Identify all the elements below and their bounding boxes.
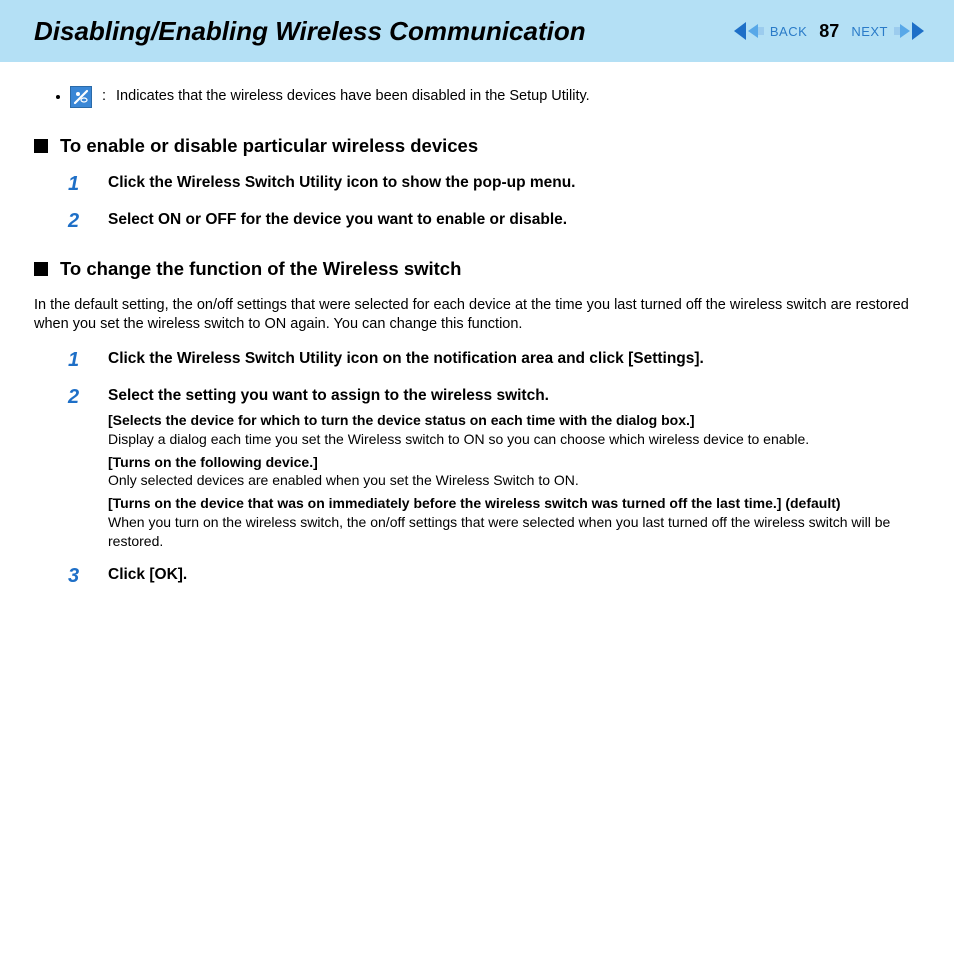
option-2-label: [Turns on the following device.] (108, 453, 920, 472)
step-title: Select the setting you want to assign to… (108, 386, 920, 407)
page-nav: BACK 87 NEXT (734, 21, 944, 42)
step-row: 3 Click [OK]. (68, 565, 920, 590)
section-1-steps: 1 Click the Wireless Switch Utility icon… (68, 173, 920, 235)
option-3-text: When you turn on the wireless switch, th… (108, 513, 920, 551)
next-arrow-icon[interactable] (894, 22, 924, 40)
option-1-label: [Selects the device for which to turn th… (108, 411, 920, 430)
colon-text: : (102, 87, 106, 107)
section-1-title: To enable or disable particular wireless… (60, 134, 478, 159)
square-bullet-icon (34, 262, 48, 276)
section-2-steps: 1 Click the Wireless Switch Utility icon… (68, 349, 920, 590)
bullet-dot-icon (56, 95, 60, 99)
step-title: Click the Wireless Switch Utility icon t… (108, 173, 920, 194)
next-button[interactable]: NEXT (851, 24, 888, 39)
step-title: Click the Wireless Switch Utility icon o… (108, 349, 828, 370)
square-bullet-icon (34, 139, 48, 153)
back-button[interactable]: BACK (770, 24, 807, 39)
section-1-heading: To enable or disable particular wireless… (34, 134, 920, 159)
step-row: 2 Select the setting you want to assign … (68, 386, 920, 553)
step-number: 3 (68, 565, 86, 590)
page-number: 87 (819, 21, 839, 42)
bullet-description: Indicates that the wireless devices have… (116, 87, 590, 107)
step-number: 1 (68, 173, 86, 198)
step-title: Click [OK]. (108, 565, 920, 586)
back-arrow-icon[interactable] (734, 22, 764, 40)
step-title: Select ON or OFF for the device you want… (108, 210, 920, 231)
step-number: 1 (68, 349, 86, 374)
step-number: 2 (68, 210, 86, 235)
option-3-label: [Turns on the device that was on immedia… (108, 494, 920, 513)
step-number: 2 (68, 386, 86, 553)
step-row: 1 Click the Wireless Switch Utility icon… (68, 349, 920, 374)
info-bullet: : Indicates that the wireless devices ha… (56, 86, 920, 108)
step-row: 1 Click the Wireless Switch Utility icon… (68, 173, 920, 198)
page-header: Disabling/Enabling Wireless Communicatio… (0, 0, 954, 62)
step-row: 2 Select ON or OFF for the device you wa… (68, 210, 920, 235)
page-title: Disabling/Enabling Wireless Communicatio… (34, 16, 734, 47)
option-1-text: Display a dialog each time you set the W… (108, 430, 920, 449)
section-2-heading: To change the function of the Wireless s… (34, 257, 920, 282)
option-2-text: Only selected devices are enabled when y… (108, 471, 920, 490)
section-2-title: To change the function of the Wireless s… (60, 257, 461, 282)
page-content: : Indicates that the wireless devices ha… (0, 62, 954, 590)
section-2-intro: In the default setting, the on/off setti… (34, 296, 920, 335)
wireless-disabled-icon (70, 86, 92, 108)
